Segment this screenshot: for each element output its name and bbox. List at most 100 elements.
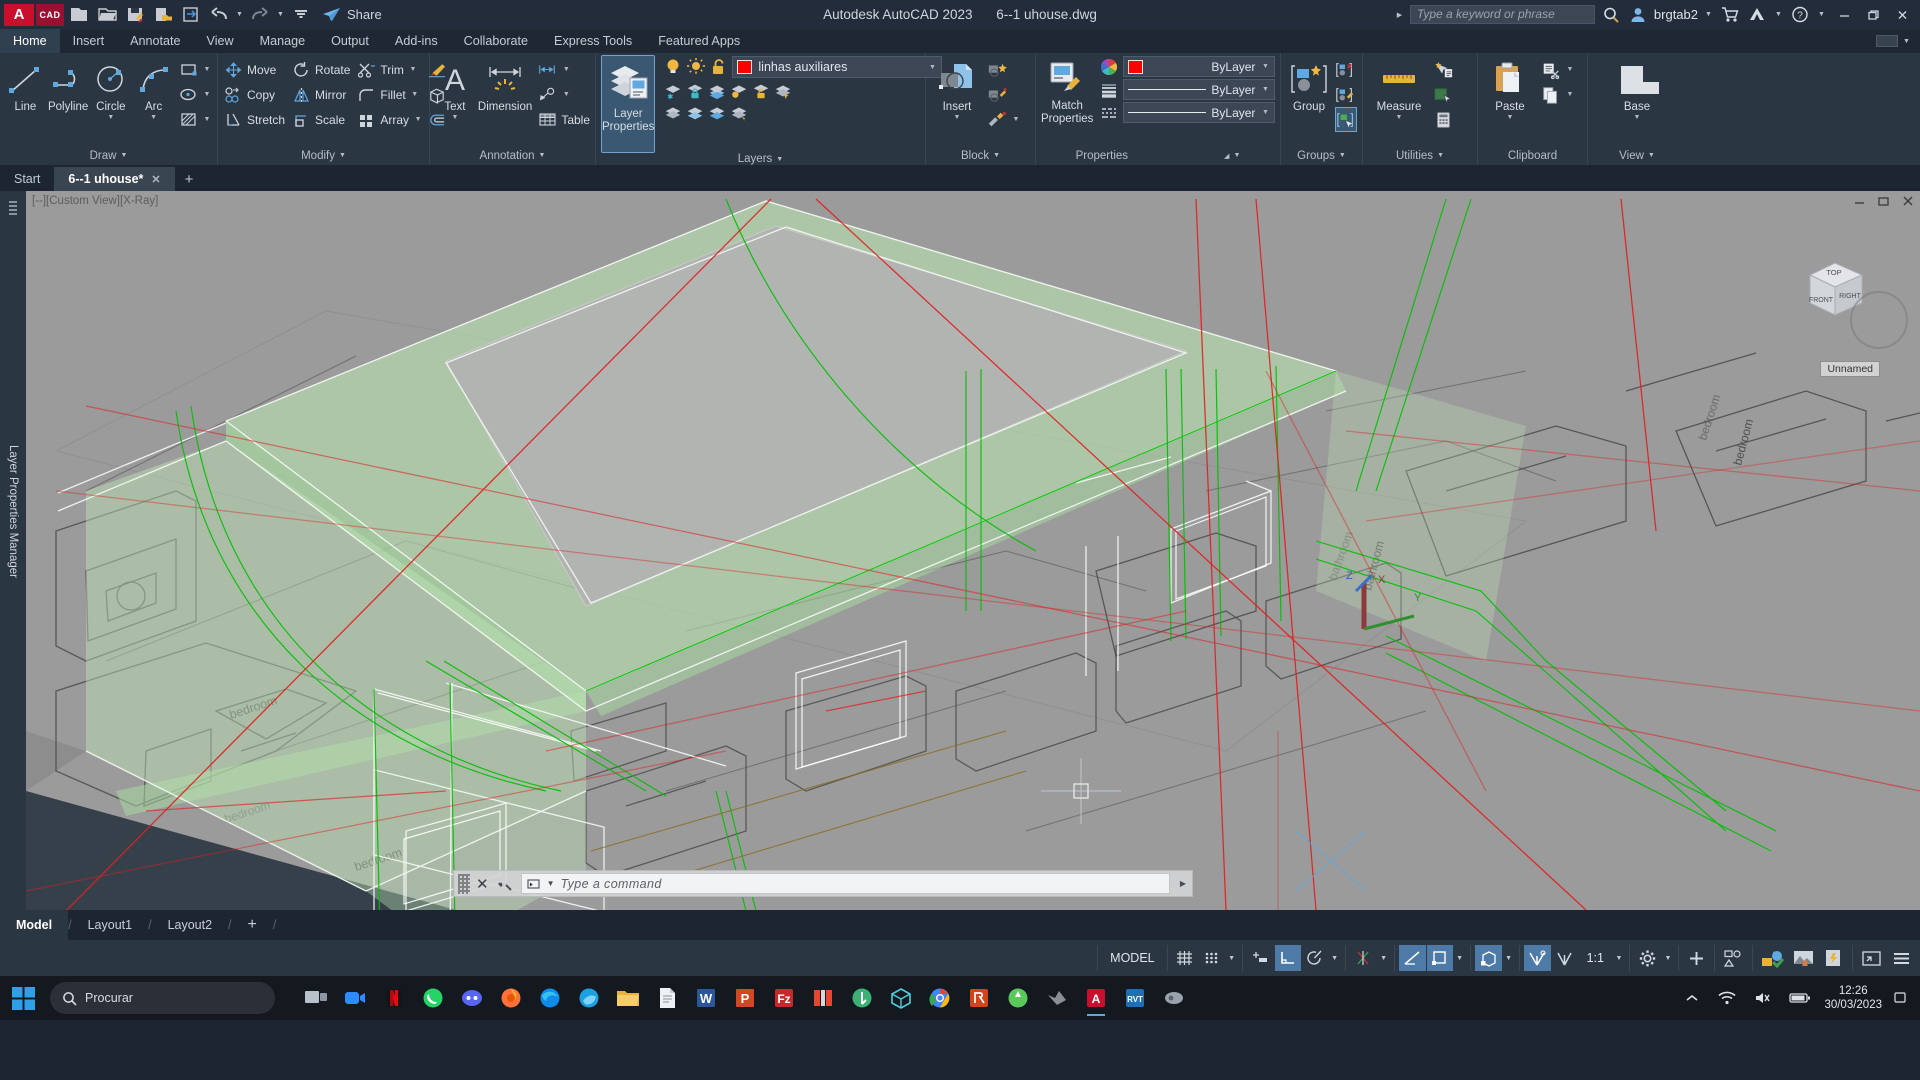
match-properties-button[interactable]: Match Properties <box>1041 56 1093 126</box>
qat-more-icon[interactable] <box>288 3 314 26</box>
add-toggle-icon[interactable] <box>1683 945 1710 971</box>
new-document-tab-button[interactable]: + <box>175 167 204 191</box>
lightbulb-on-icon[interactable] <box>663 57 683 77</box>
linetype-combo[interactable]: ByLayer ▼ <box>1123 102 1276 123</box>
circle-dropdown-icon[interactable]: ▼ <box>107 114 114 121</box>
sun-icon[interactable] <box>686 57 706 77</box>
chrome-icon[interactable] <box>921 978 959 1018</box>
quick-properties-icon[interactable] <box>1819 945 1848 971</box>
3dsmax-icon[interactable] <box>882 978 920 1018</box>
sketchup-icon[interactable] <box>804 978 842 1018</box>
unlock-icon[interactable] <box>709 57 729 77</box>
array-button[interactable]: Array ▼ <box>356 107 423 132</box>
model-space-button[interactable]: MODEL <box>1102 951 1162 965</box>
new-layout-button[interactable]: + <box>232 910 273 940</box>
panel-title-properties[interactable]: Properties ◢ ▼ <box>1036 146 1280 165</box>
command-expand-icon[interactable]: ▶ <box>1180 879 1186 888</box>
3d-object-snap-toggle[interactable] <box>1474 945 1502 971</box>
misc-app-icon[interactable] <box>1155 978 1193 1018</box>
measure-dropdown-icon[interactable]: ▼ <box>1396 114 1403 121</box>
start-button[interactable] <box>4 978 42 1018</box>
move-button[interactable]: Move <box>223 57 285 82</box>
tab-collaborate[interactable]: Collaborate <box>451 29 541 53</box>
base-view-button[interactable]: Base ▼ <box>1606 57 1668 121</box>
autocad-taskbar-icon[interactable]: A <box>1077 978 1115 1018</box>
annotation-dropdown-icon[interactable]: ▼ <box>1454 955 1466 962</box>
hatch-button[interactable]: ▼ <box>178 107 212 132</box>
account-dropdown-icon[interactable]: ▼ <box>1703 3 1714 26</box>
layer-off-icon[interactable] <box>663 103 683 123</box>
drawing-area[interactable]: Layer Properties Manager bedroom bathroo… <box>0 191 1920 910</box>
notepad-icon[interactable] <box>648 978 686 1018</box>
lineweight-dropdown-icon[interactable]: ▼ <box>1260 86 1270 93</box>
infer-constraints-toggle[interactable] <box>1247 945 1274 971</box>
measure-button[interactable]: Measure ▼ <box>1368 57 1430 121</box>
taskbar-search-box[interactable]: Procurar <box>50 982 275 1014</box>
command-line[interactable]: ✕ ▼ Type a command ▶ <box>453 870 1193 897</box>
fillet-dropdown-icon[interactable]: ▼ <box>410 91 420 98</box>
ungroup-button[interactable] <box>1335 57 1357 82</box>
annotation-scale-value[interactable]: 1:1 <box>1579 951 1612 965</box>
dimension-button[interactable]: Dimension <box>477 57 533 113</box>
tab-view[interactable]: View <box>194 29 247 53</box>
view-cube[interactable]: TOP FRONT RIGHT <box>1796 253 1864 316</box>
ribbon-minimize-icon[interactable]: ▼ <box>1901 30 1912 53</box>
revit-taskbar-icon[interactable]: RVT <box>1116 978 1154 1018</box>
layer-properties-manager-palette[interactable]: Layer Properties Manager <box>0 191 26 910</box>
arc-button[interactable]: Arc ▼ <box>133 57 174 121</box>
navigation-wheel-icon[interactable] <box>1850 291 1908 349</box>
hardware-acceleration-icon[interactable] <box>1757 945 1788 971</box>
view-name-label[interactable]: Unnamed <box>1820 361 1880 377</box>
line-button[interactable]: Line <box>5 57 46 113</box>
minimize-button[interactable] <box>1832 4 1856 26</box>
ortho-mode-toggle[interactable] <box>1274 945 1301 971</box>
model-viewport[interactable]: bedroom bedroom bathroom bedroom bedroom… <box>26 191 1920 910</box>
undo-dropdown-icon[interactable]: ▼ <box>234 3 245 26</box>
arc-dropdown-icon[interactable]: ▼ <box>150 114 157 121</box>
circle-button[interactable]: Circle ▼ <box>91 57 132 121</box>
object-snap-toggle[interactable] <box>1398 945 1426 971</box>
ribbon-display-options-icon[interactable] <box>1876 35 1898 47</box>
grid-display-toggle[interactable] <box>1172 945 1198 971</box>
share-button[interactable]: Share <box>322 6 382 23</box>
tab-annotate[interactable]: Annotate <box>117 29 193 53</box>
task-view-icon[interactable] <box>297 978 335 1018</box>
layout-tab-layout1[interactable]: Layout1 <box>72 910 148 940</box>
copy-button[interactable]: Copy <box>223 82 285 107</box>
workspace-dropdown-icon[interactable]: ▼ <box>1662 955 1674 962</box>
viewport-label[interactable]: [--][Custom View][X-Ray] <box>32 195 158 207</box>
discord-icon[interactable] <box>453 978 491 1018</box>
firefox-icon[interactable] <box>492 978 530 1018</box>
layer-walk-icon[interactable] <box>729 103 749 123</box>
tab-home[interactable]: Home <box>0 29 60 53</box>
tab-insert[interactable]: Insert <box>60 29 118 53</box>
apps-dropdown-icon[interactable]: ▼ <box>1773 3 1784 26</box>
panel-title-draw[interactable]: Draw ▼ <box>0 146 217 165</box>
tab-express-tools[interactable]: Express Tools <box>541 29 645 53</box>
panel-title-annotation[interactable]: Annotation ▼ <box>430 146 595 165</box>
panel-title-modify[interactable]: Modify ▼ <box>218 146 429 165</box>
layer-lock-icon[interactable] <box>685 81 705 101</box>
hatch-dropdown-icon[interactable]: ▼ <box>202 116 212 123</box>
ellipse-dropdown-icon[interactable]: ▼ <box>202 91 212 98</box>
browser-icon[interactable] <box>570 978 608 1018</box>
stretch-button[interactable]: Stretch <box>223 107 285 132</box>
help-dropdown-icon[interactable]: ▼ <box>1816 3 1827 26</box>
help-search-input[interactable]: Type a keyword or phrase <box>1409 5 1595 24</box>
cart-icon[interactable] <box>1719 4 1741 26</box>
panel-title-block[interactable]: Block ▼ <box>926 146 1035 165</box>
edit-block-button[interactable] <box>987 82 1021 107</box>
battery-icon[interactable] <box>1786 978 1814 1018</box>
edit-attribute-button[interactable]: ▼ <box>987 107 1021 132</box>
doc-tab-start[interactable]: Start <box>0 167 54 191</box>
search-expand-icon[interactable]: ▶ <box>1394 3 1405 26</box>
chevron-up-icon[interactable] <box>1680 978 1704 1018</box>
qbittorrent-icon[interactable] <box>843 978 881 1018</box>
tab-featured-apps[interactable]: Featured Apps <box>645 29 753 53</box>
layer-merge-icon[interactable] <box>707 81 727 101</box>
volume-icon[interactable] <box>1750 978 1776 1018</box>
edge-icon[interactable] <box>531 978 569 1018</box>
linear-dimension-button[interactable]: ▼ <box>537 57 590 82</box>
trim-button[interactable]: Trim ▼ <box>356 57 423 82</box>
isolate-objects-icon[interactable] <box>1719 945 1748 971</box>
